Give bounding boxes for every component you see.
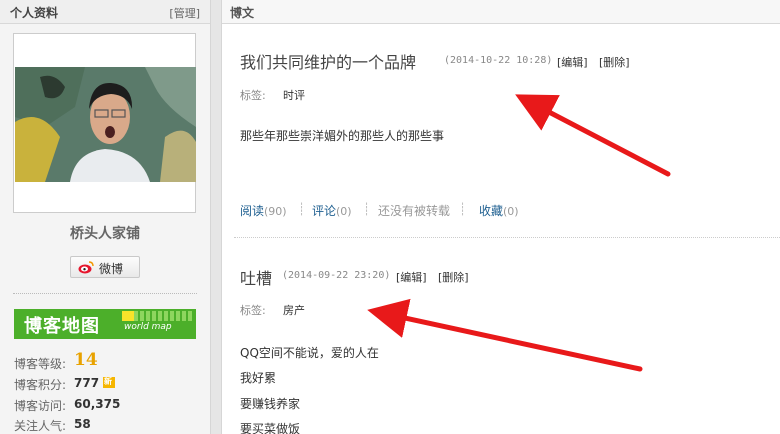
comment-count: (0) xyxy=(336,205,352,218)
post-body-line: QQ空间不能说，爱的人在 xyxy=(240,346,379,360)
post-date: (2014-09-22 23:20) xyxy=(282,270,391,281)
footer-separator: ┊ xyxy=(459,202,467,216)
post-title[interactable]: 我们共同维护的一个品牌 xyxy=(240,49,416,73)
edit-link[interactable]: [编辑] xyxy=(557,54,588,70)
profile-section-title: 个人资料 xyxy=(10,6,59,20)
manage-link[interactable]: [管理] xyxy=(169,5,200,21)
main-content: 博文 我们共同维护的一个品牌 (2014-10-22 10:28) [编辑] [… xyxy=(222,0,780,434)
favorite-count: (0) xyxy=(503,205,519,218)
followers-value: 58 xyxy=(74,417,91,431)
column-separator xyxy=(210,0,222,434)
weibo-icon xyxy=(78,260,94,274)
blog-map-subtitle: world map xyxy=(124,322,172,332)
comment-item: 评论(0) xyxy=(312,202,352,219)
favorite-link[interactable]: 收藏 xyxy=(479,204,503,218)
post-body-line: 要买菜做饭 xyxy=(240,422,301,434)
weibo-button[interactable]: 微博 xyxy=(70,256,140,278)
tag-value[interactable]: 房产 xyxy=(283,302,305,318)
post-body-line: 那些年那些崇洋媚外的那些人的那些事 xyxy=(240,129,445,143)
read-count-item: 阅读(90) xyxy=(240,202,287,219)
blog-visits-value: 60,375 xyxy=(74,397,121,411)
blog-level-label: 博客等级: xyxy=(14,357,67,371)
tag-label: 标签: xyxy=(240,89,266,102)
post-date: (2014-10-22 10:28) xyxy=(444,55,553,66)
repost-status: 还没有被转载 xyxy=(378,204,451,218)
blog-level-value: 14 xyxy=(74,350,98,370)
delete-link[interactable]: [删除] xyxy=(438,269,469,285)
main-header: 博文 xyxy=(222,0,780,24)
footer-separator: ┊ xyxy=(298,202,306,216)
favorite-item: 收藏(0) xyxy=(479,202,519,219)
comment-link[interactable]: 评论 xyxy=(312,204,336,218)
pixel-decoration xyxy=(134,311,194,321)
delete-link[interactable]: [删除] xyxy=(599,54,630,70)
new-badge: 新 xyxy=(103,377,115,388)
edit-link[interactable]: [编辑] xyxy=(396,269,427,285)
sidebar: 个人资料 [管理] 桥头人家铺 微博 博客地图 world map 博客等级: … xyxy=(0,0,210,434)
avatar-frame xyxy=(13,33,196,213)
sidebar-divider xyxy=(13,293,197,294)
followers-label: 关注人气: xyxy=(14,419,67,433)
read-count: (90) xyxy=(264,205,287,218)
posts-section-title: 博文 xyxy=(230,6,255,20)
tag-label: 标签: xyxy=(240,304,266,317)
tag-value[interactable]: 时评 xyxy=(283,87,305,103)
blog-score-value: 777 xyxy=(74,376,100,390)
blog-map-title: 博客地图 xyxy=(24,316,100,337)
blog-map-banner[interactable]: 博客地图 world map xyxy=(14,309,196,339)
new-badge-text: 新 xyxy=(104,377,112,386)
weibo-label: 微博 xyxy=(99,262,124,276)
read-link[interactable]: 阅读 xyxy=(240,204,264,218)
blog-nickname[interactable]: 桥头人家铺 xyxy=(0,223,210,243)
footer-separator: ┊ xyxy=(363,202,371,216)
post-title[interactable]: 吐槽 xyxy=(240,265,272,289)
blog-score-label: 博客积分: xyxy=(14,378,67,392)
sidebar-header: 个人资料 [管理] xyxy=(0,0,210,24)
post-divider xyxy=(234,237,780,238)
blog-visits-label: 博客访问: xyxy=(14,399,67,413)
avatar[interactable] xyxy=(15,67,196,182)
post-body-line: 要赚钱养家 xyxy=(240,397,301,411)
post-body-line: 我好累 xyxy=(240,371,277,385)
